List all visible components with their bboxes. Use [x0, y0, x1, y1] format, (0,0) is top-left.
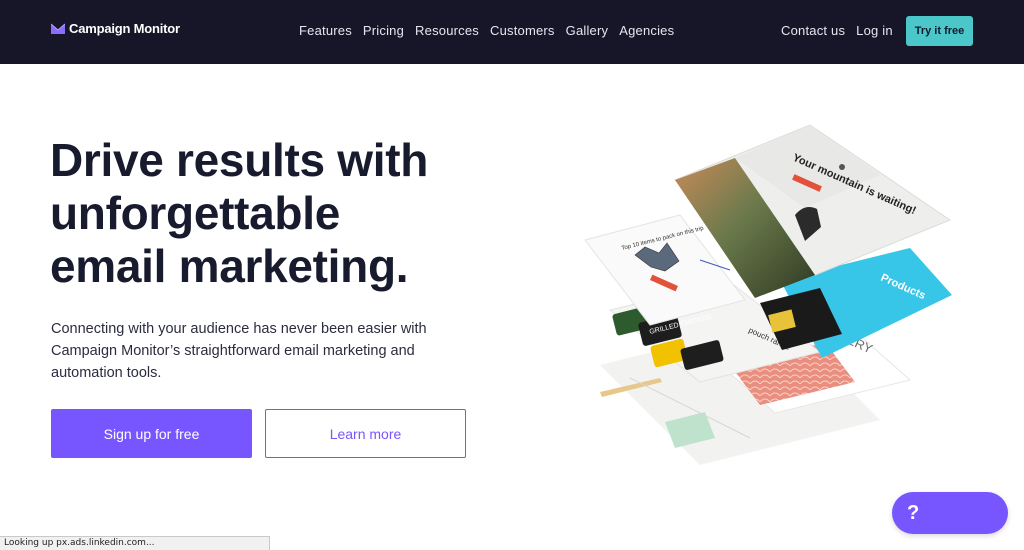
- sign-up-button[interactable]: Sign up for free: [51, 409, 252, 458]
- nav-link-resources[interactable]: Resources: [415, 23, 479, 38]
- nav-link-pricing[interactable]: Pricing: [363, 23, 404, 38]
- help-chat-button[interactable]: ?: [892, 492, 1008, 534]
- question-icon: ?: [907, 501, 920, 524]
- try-free-button[interactable]: Try it free: [906, 16, 973, 46]
- main-menu: Features Pricing Resources Customers Gal…: [299, 23, 674, 38]
- email-templates-illustration: ONERY GRILLED CHICKEN pouch range Produc…: [584, 124, 952, 465]
- nav-link-features[interactable]: Features: [299, 23, 352, 38]
- nav-link-gallery[interactable]: Gallery: [566, 23, 609, 38]
- contact-link[interactable]: Contact us: [781, 23, 845, 38]
- headline-line-2: unforgettable: [50, 187, 340, 239]
- hero-subtext: Connecting with your audience has never …: [51, 321, 427, 381]
- headline-line-1: Drive results with: [50, 134, 429, 186]
- logo-text: Campaign Monitor: [69, 21, 180, 36]
- browser-status-bar: Looking up px.ads.linkedin.com...: [0, 536, 270, 550]
- learn-more-button[interactable]: Learn more: [265, 409, 466, 458]
- account-links: Contact us Log in: [781, 23, 893, 38]
- brand-logo[interactable]: Campaign Monitor: [51, 21, 180, 36]
- nav-link-agencies[interactable]: Agencies: [619, 23, 674, 38]
- logo-icon: [51, 23, 65, 34]
- login-link[interactable]: Log in: [856, 23, 893, 38]
- hero-headline: Drive results with unforgettable email m…: [50, 134, 480, 293]
- headline-line-3: email marketing.: [50, 240, 409, 292]
- top-nav: Campaign Monitor Features Pricing Resour…: [0, 0, 1024, 64]
- nav-link-customers[interactable]: Customers: [490, 23, 555, 38]
